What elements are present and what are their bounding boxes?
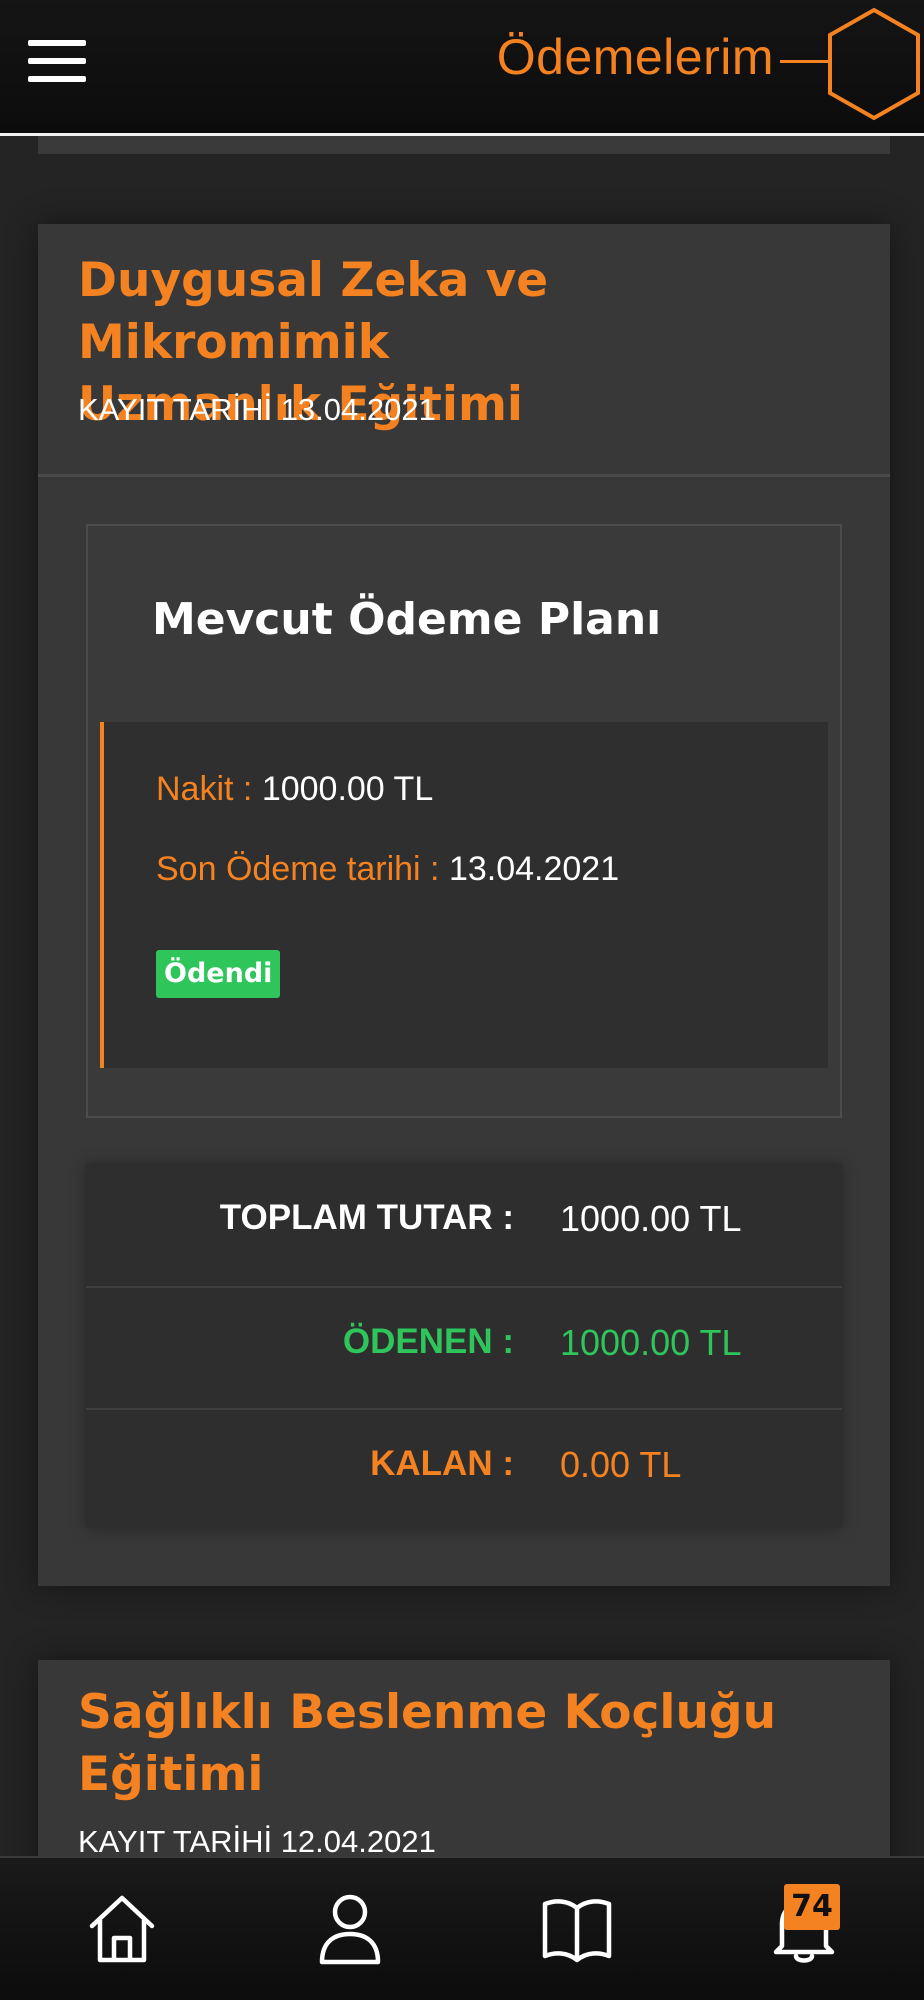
cash-value: 1000.00 TL — [261, 770, 434, 808]
hamburger-icon-line — [28, 58, 86, 64]
status-badge: Ödendi — [156, 950, 281, 998]
paid-amount-label: ÖDENEN : — [342, 1322, 514, 1361]
payment-plan-heading: Mevcut Ödeme Planı — [152, 594, 662, 645]
due-date-label: Son Ödeme tarihi : — [156, 850, 440, 888]
total-amount-value: 1000.00 TL — [560, 1198, 742, 1239]
bottom-navigation: 74 — [0, 1856, 924, 2000]
title-accent-line — [780, 60, 828, 63]
registration-date: KAYIT TARİHİ 13.04.2021 — [78, 392, 436, 427]
paid-amount-value: 1000.00 TL — [560, 1322, 742, 1363]
user-icon[interactable] — [310, 1888, 390, 1968]
registration-date: KAYIT TARİHİ 12.04.2021 — [78, 1824, 436, 1856]
course-title-line: Eğitimi — [78, 1747, 264, 1802]
remaining-amount-label: KALAN : — [370, 1444, 514, 1483]
hamburger-icon-line — [28, 40, 86, 46]
course-payment-card: Duygusal Zeka ve Mikromimik Uzmanlık Eği… — [38, 224, 890, 1586]
course-title-line: Duygusal Zeka ve Mikromimik — [78, 253, 549, 370]
payments-list[interactable]: Duygusal Zeka ve Mikromimik Uzmanlık Eği… — [0, 136, 924, 1856]
page-title: Ödemelerim — [496, 29, 774, 85]
payment-plan-item: Nakit : 1000.00 TL Son Ödeme tarihi : 13… — [100, 722, 828, 1068]
hamburger-icon-line — [28, 76, 86, 82]
payment-plan-box: Mevcut Ödeme Planı Nakit : 1000.00 TL So… — [86, 524, 842, 1118]
paid-amount-row: ÖDENEN : 1000.00 TL — [86, 1286, 842, 1408]
card-divider — [38, 474, 890, 477]
cash-row: Nakit : 1000.00 TL — [156, 770, 433, 809]
hamburger-menu-button[interactable] — [28, 40, 88, 90]
home-icon[interactable] — [82, 1888, 162, 1968]
book-icon[interactable] — [537, 1888, 617, 1968]
previous-card-edge — [38, 136, 890, 154]
remaining-amount-value: 0.00 TL — [560, 1444, 682, 1485]
total-amount-label: TOPLAM TUTAR : — [219, 1198, 514, 1237]
remaining-amount-row: KALAN : 0.00 TL — [86, 1408, 842, 1530]
due-date-value: 13.04.2021 — [448, 850, 620, 888]
course-payment-card: Sağlıklı Beslenme Koçluğu Eğitimi KAYIT … — [38, 1660, 890, 1856]
hexagon-logo-icon — [828, 7, 920, 121]
payment-totals-table: TOPLAM TUTAR : 1000.00 TL ÖDENEN : 1000.… — [86, 1164, 842, 1528]
cash-label: Nakit : — [156, 770, 253, 808]
notification-count-badge: 74 — [784, 1884, 840, 1930]
total-amount-row: TOPLAM TUTAR : 1000.00 TL — [86, 1164, 842, 1284]
due-date-row: Son Ödeme tarihi : 13.04.2021 — [156, 850, 619, 889]
top-bar: Ödemelerim — [0, 0, 924, 136]
course-title-line: Sağlıklı Beslenme Koçluğu — [78, 1685, 777, 1740]
course-title: Sağlıklı Beslenme Koçluğu Eğitimi — [78, 1682, 868, 1806]
